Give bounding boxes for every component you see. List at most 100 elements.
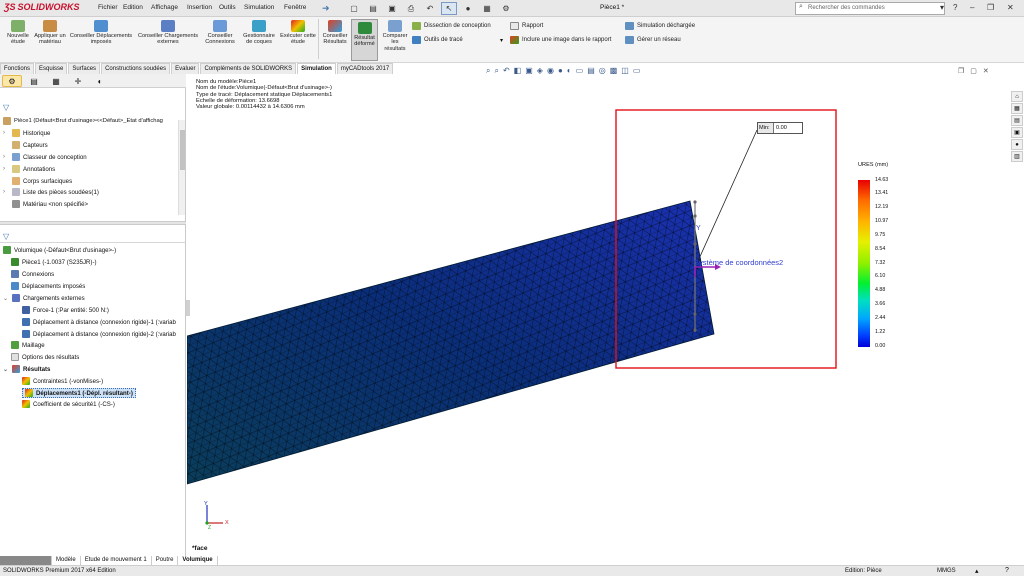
expand-arrow-icon[interactable]: › <box>3 189 9 195</box>
study-mesh-item[interactable]: Maillage <box>11 341 45 349</box>
expand-arrow-icon[interactable]: › <box>3 130 9 136</box>
menu-affichage[interactable]: Affichage <box>151 4 178 11</box>
filter-icon[interactable]: ▽ <box>3 103 9 112</box>
view-orientation-icon[interactable]: ▣ <box>525 66 533 76</box>
tab-volumique[interactable]: Volumique <box>178 556 218 565</box>
options-icon[interactable]: ⚙ <box>498 2 514 15</box>
design-insight-item[interactable]: Dissection de conception <box>412 22 491 30</box>
viewport-maximize-icon[interactable]: ▢ <box>970 67 977 75</box>
tab-simulation[interactable]: Simulation <box>297 63 336 74</box>
tree-item-materiau[interactable]: Matériau <non spécifié> <box>3 200 88 208</box>
open-file-icon[interactable]: ▤ <box>365 2 381 15</box>
result-displacement-item[interactable]: Déplacements1 (-Dépl. résultant-) <box>22 388 136 398</box>
study-remote1-item[interactable]: Déplacement à distance (connexion rigide… <box>22 318 176 326</box>
design-library-icon[interactable]: ▦ <box>1011 103 1023 114</box>
search-input[interactable]: Rechercher des commandes <box>795 2 945 15</box>
minimize-icon[interactable]: – <box>970 3 974 12</box>
cube-icon[interactable]: ▩ <box>610 66 618 76</box>
rebuild-icon[interactable]: ● <box>460 2 476 15</box>
loads-advisor-button[interactable]: Conseiller Chargements externes <box>136 20 200 46</box>
tab-scroll-arrows[interactable] <box>0 556 52 565</box>
study-connexions-item[interactable]: Connexions <box>11 270 54 278</box>
help-button[interactable]: ? <box>953 3 957 12</box>
study-remote2-item[interactable]: Déplacement à distance (connexion rigide… <box>22 330 176 338</box>
results-advisor-button[interactable]: Conseiller Résultats <box>320 20 350 46</box>
select-icon[interactable]: ↖ <box>441 2 457 15</box>
study-part-item[interactable]: Pièce1 (-1.0037 (S235JR)-) <box>11 258 97 266</box>
zoom-to-fit-icon[interactable]: ⌕ <box>486 66 490 76</box>
view-settings-icon[interactable]: ▭ <box>576 66 584 76</box>
property-manager-icon[interactable]: ▤ <box>24 75 44 87</box>
tab-mycadtools[interactable]: myCADtools 2017 <box>336 63 394 74</box>
tree-item-historique[interactable]: › Historique <box>3 129 50 137</box>
resources-icon[interactable]: ⌂ <box>1011 91 1023 102</box>
collapse-arrow-icon[interactable]: ⌄ <box>3 366 9 373</box>
undo-icon[interactable]: ↶ <box>422 2 438 15</box>
status-help-icon[interactable]: ? <box>1005 567 1009 574</box>
close-icon[interactable]: ✕ <box>1007 3 1014 12</box>
tree-item-classeur[interactable]: › Classeur de conception <box>3 153 87 161</box>
study-filter-icon[interactable]: ▽ <box>3 232 9 241</box>
realview-icon[interactable]: ▤ <box>587 66 595 76</box>
deformed-beam-mesh[interactable] <box>187 200 715 485</box>
apply-material-button[interactable]: Appliquer un matériau <box>34 20 66 46</box>
panel-collapse-handle[interactable] <box>186 300 190 316</box>
min-probe-label[interactable]: Min: 0.00 <box>757 122 803 134</box>
new-file-icon[interactable]: ▢ <box>346 2 362 15</box>
connections-advisor-button[interactable]: Conseiller Connexions <box>202 20 238 46</box>
tree-item-annotations[interactable]: › Annotations <box>3 165 55 173</box>
custom-properties-icon[interactable]: ▥ <box>1011 151 1023 162</box>
dimxpert-icon[interactable]: ✛ <box>68 75 88 87</box>
new-study-button[interactable]: Nouvelle étude <box>3 20 33 46</box>
display-style-icon[interactable]: ◈ <box>537 66 543 76</box>
include-image-item[interactable]: Inclure une image dans le rapport <box>510 36 611 44</box>
display-manager-icon[interactable]: ◐ <box>90 75 110 87</box>
camera-icon[interactable]: ◎ <box>599 66 606 76</box>
status-units[interactable]: MMGS <box>937 568 956 574</box>
save-icon[interactable]: ▣ <box>384 2 400 15</box>
configuration-manager-icon[interactable]: ▦ <box>46 75 66 87</box>
expand-arrow-icon[interactable]: › <box>3 166 9 172</box>
hide-show-icon[interactable]: ◉ <box>547 66 554 76</box>
manage-network-item[interactable]: Gérer un réseau <box>625 36 681 44</box>
fixtures-advisor-button[interactable]: Conseiller Déplacements imposés <box>68 20 134 46</box>
expand-arrow-icon[interactable]: › <box>3 154 9 160</box>
compare-results-button[interactable]: Comparer les résultats <box>381 20 409 52</box>
study-force-item[interactable]: Force-1 (:Par entité: 500 N:) <box>22 306 109 314</box>
study-result-options-item[interactable]: Options des résultats <box>11 353 79 361</box>
menu-insertion[interactable]: Insertion <box>187 4 212 11</box>
shell-manager-button[interactable]: Gestionnaire de coques <box>240 20 278 46</box>
tab-fonctions[interactable]: Fonctions <box>0 63 35 74</box>
feature-manager-icon[interactable]: ⚙ <box>2 75 22 87</box>
menu-fichier[interactable]: Fichier <box>98 4 118 11</box>
tab-evaluer[interactable]: Evaluer <box>171 63 200 74</box>
result-fos-item[interactable]: Coefficient de sécurité1 (-CS-) <box>22 400 115 408</box>
panel-splitter[interactable] <box>0 221 186 225</box>
units-dropdown-icon[interactable]: ▴ <box>975 567 979 575</box>
tree-item-corps-surfaciques[interactable]: Corps surfaciques <box>3 177 72 185</box>
legend-color-bar[interactable] <box>858 180 870 347</box>
menu-outils[interactable]: Outils <box>219 4 236 11</box>
restore-icon[interactable]: ❐ <box>987 3 994 12</box>
viewport-close-icon[interactable]: ✕ <box>983 67 989 75</box>
search-dropdown-icon[interactable]: ▾ <box>940 3 944 12</box>
pin-icon[interactable]: ➜ <box>322 3 330 14</box>
view-palette-icon[interactable]: ▣ <box>1011 127 1023 138</box>
result-stress-item[interactable]: Contraintes1 (-vonMises-) <box>22 377 103 385</box>
tab-esquisse[interactable]: Esquisse <box>35 63 68 74</box>
tab-constructions-soudees[interactable]: Constructions soudées <box>101 63 171 74</box>
plot-tools-item[interactable]: Outils de tracé <box>412 36 463 44</box>
menu-fenetre[interactable]: Fenêtre <box>284 4 306 11</box>
report-item[interactable]: Rapport <box>510 22 543 30</box>
study-fixtures-item[interactable]: Déplacements imposés <box>11 282 85 290</box>
shadows-icon[interactable]: ◫ <box>621 66 629 76</box>
zoom-area-icon[interactable]: ⌕ <box>494 66 498 76</box>
plot-tools-dropdown-icon[interactable]: ▾ <box>500 37 503 44</box>
monitor-icon[interactable]: ▭ <box>633 66 641 76</box>
file-properties-icon[interactable]: ▦ <box>479 2 495 15</box>
tab-etude-mouvement[interactable]: Etude de mouvement 1 <box>81 556 152 565</box>
deformed-result-button[interactable]: Résultat déformé <box>351 19 378 61</box>
print-icon[interactable]: ⎙ <box>403 2 419 15</box>
edit-appearance-icon[interactable]: ● <box>558 66 563 76</box>
previous-view-icon[interactable]: ↶ <box>503 66 510 76</box>
